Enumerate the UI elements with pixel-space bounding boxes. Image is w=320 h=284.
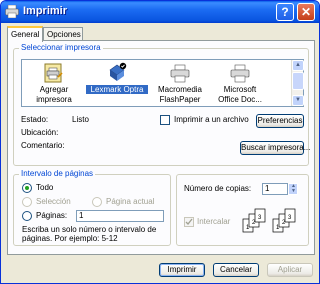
printer-group-label: Seleccionar impresora — [19, 43, 103, 53]
range-hint: páginas. Por ejemplo: 5-12 — [22, 234, 118, 243]
print-to-file-label: Imprimir a un archivo — [174, 115, 249, 124]
copies-input[interactable]: 1 — [262, 183, 288, 195]
help-button[interactable]: ? — [276, 3, 294, 21]
add-printer-icon — [44, 63, 63, 83]
printer-item-add[interactable]: Agregar impresora — [26, 62, 82, 108]
printer-label: Lexmark Optra — [86, 85, 148, 94]
printer-item-flashpaper[interactable]: Macromedia FlashPaper — [152, 62, 208, 108]
radio-all[interactable] — [22, 183, 32, 193]
find-printer-button[interactable]: Buscar impresora... — [240, 141, 310, 155]
page-range-group: Intervalo de páginas Todo Selección Pági… — [13, 169, 171, 246]
scroll-down-button[interactable]: ▼ — [292, 95, 304, 106]
copies-label: Número de copias: — [184, 184, 252, 193]
title-bar: Imprimir ? ✕ — [1, 1, 319, 23]
tab-options[interactable]: Opciones — [43, 27, 83, 41]
print-dialog: Imprimir ? ✕ General Opciones Selecciona… — [0, 0, 320, 284]
collate-checkbox[interactable] — [184, 217, 194, 227]
status-value: Listo — [72, 115, 89, 124]
selection-label: Selección — [36, 197, 71, 206]
preferences-button[interactable]: Preferencias — [256, 114, 304, 128]
collate-illustration-icon: 1 2 3 1 2 3 — [242, 208, 296, 233]
comment-label: Comentario: — [21, 141, 65, 150]
printer-label: impresora — [36, 95, 72, 104]
printer-icon — [170, 64, 190, 83]
printer-label: Office Doc... — [218, 95, 262, 104]
spin-down-icon[interactable]: ▼ — [290, 189, 297, 194]
tab-general[interactable]: General — [7, 26, 43, 42]
current-page-label: Página actual — [106, 197, 155, 206]
pages-label: Páginas: — [36, 211, 68, 220]
radio-selection[interactable] — [22, 197, 32, 207]
scroll-up-button[interactable]: ▲ — [292, 60, 304, 71]
printer-icon — [109, 62, 127, 81]
radio-pages[interactable] — [22, 211, 32, 221]
check-icon — [185, 218, 193, 225]
collate-label: Intercalar — [197, 217, 231, 226]
printer-list[interactable]: Agregar impresora Lexmark Optra Macromed… — [21, 59, 304, 107]
printer-group: Seleccionar impresora Agregar impresora — [13, 43, 310, 166]
printer-icon — [5, 5, 19, 18]
printer-label: Macromedia — [157, 85, 202, 94]
printer-item-office-doc[interactable]: Microsoft Office Doc... — [212, 62, 268, 108]
copies-group: Número de copias: 1 ▲ ▼ Intercalar 1 2 3… — [176, 174, 309, 246]
pages-input[interactable]: 1 — [76, 210, 164, 222]
radio-current-page[interactable] — [92, 197, 102, 207]
printer-label: Agregar — [39, 85, 69, 94]
printer-item-lexmark[interactable]: Lexmark Optra — [86, 62, 148, 108]
location-label: Ubicación: — [21, 128, 59, 137]
page-range-label: Intervalo de páginas — [19, 169, 96, 179]
window-title: Imprimir — [23, 5, 68, 17]
general-panel: Seleccionar impresora Agregar impresora — [7, 40, 315, 255]
copies-spinner[interactable]: ▲ ▼ — [288, 183, 298, 195]
cancel-button[interactable]: Cancelar — [213, 263, 259, 277]
print-button[interactable]: Imprimir — [159, 263, 205, 277]
printer-label: Microsoft — [223, 85, 257, 94]
all-label: Todo — [36, 183, 54, 192]
scroll-thumb[interactable] — [292, 72, 304, 90]
print-to-file-checkbox[interactable] — [160, 115, 170, 125]
printer-label: FlashPaper — [159, 95, 201, 104]
printer-list-scrollbar[interactable]: ▲ ▼ — [291, 60, 304, 106]
status-label: Estado: — [21, 115, 49, 124]
apply-button[interactable]: Aplicar — [267, 263, 313, 277]
close-button[interactable]: ✕ — [297, 3, 315, 21]
printer-icon — [230, 64, 250, 83]
